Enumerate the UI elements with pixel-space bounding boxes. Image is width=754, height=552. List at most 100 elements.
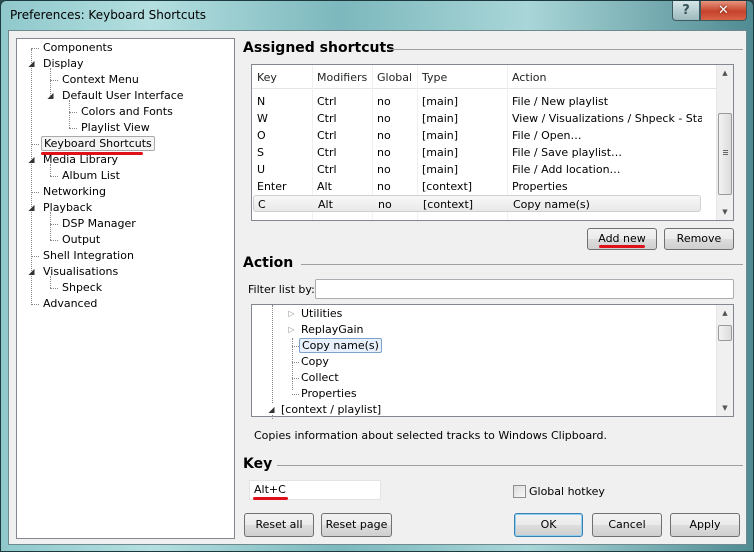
action-tree[interactable]: ▲ ▼ ▷ Utilities ▷ ReplayGain Copy name(s) Cop…: [251, 304, 734, 419]
scroll-down-icon[interactable]: ▼: [717, 204, 733, 220]
expand-triangle-icon[interactable]: ▷: [287, 306, 296, 322]
tree-item-label: Colors and Fonts: [81, 105, 173, 118]
action-item-label: ReplayGain: [301, 323, 364, 336]
preferences-tree[interactable]: Components Display ◢ Context Menu Default Us…: [16, 38, 235, 539]
tree-item-album-list[interactable]: Album List: [60, 168, 122, 184]
collapse-triangle-icon[interactable]: ◢: [267, 402, 276, 418]
cancel-button[interactable]: Cancel: [592, 513, 662, 537]
help-icon: ?: [682, 3, 690, 18]
tree-item-playlist-view[interactable]: Playlist View: [79, 120, 152, 136]
scroll-thumb[interactable]: [718, 325, 732, 341]
action-item-collect[interactable]: Collect: [299, 370, 341, 386]
tree-line: [50, 224, 58, 225]
action-item-replaygain[interactable]: ReplayGain: [299, 322, 366, 338]
tree-item-label: Media Library: [43, 153, 118, 166]
annotation-underline: [599, 245, 645, 248]
section-divider: [277, 465, 743, 466]
table-row[interactable]: O Ctrl no [main] File / Open…: [252, 127, 718, 144]
filter-label: Filter list by:: [248, 283, 315, 296]
tree-item-context-menu[interactable]: Context Menu: [60, 72, 141, 88]
expand-triangle-icon[interactable]: ◢: [27, 200, 36, 216]
column-header-type[interactable]: Type: [422, 71, 447, 84]
expand-triangle-icon[interactable]: ◢: [27, 264, 36, 280]
expand-triangle-icon[interactable]: ▷: [287, 322, 296, 338]
table-row[interactable]: W Ctrl no [main] View / Visualizations / Shp…: [252, 110, 718, 127]
action-item-properties[interactable]: Properties: [299, 386, 359, 402]
cell-key: W: [257, 112, 268, 125]
tree-item-display[interactable]: Display: [41, 56, 86, 72]
shortcuts-list[interactable]: Key Modifiers Global Type Action ▲ ▼ N Ctrl no…: [251, 64, 734, 221]
cell-modifiers: Alt: [318, 198, 333, 211]
cell-key: S: [257, 146, 264, 159]
table-row[interactable]: C Alt no [context] Copy name(s): [253, 195, 701, 212]
cell-type: [context]: [423, 198, 474, 211]
tree-line: [292, 394, 299, 395]
scroll-thumb[interactable]: [718, 113, 732, 195]
apply-button[interactable]: Apply: [670, 513, 740, 537]
tree-item-playback[interactable]: Playback: [41, 200, 94, 216]
ok-button[interactable]: OK: [514, 513, 583, 537]
cell-key: O: [257, 129, 266, 142]
cell-action: File / New playlist: [512, 95, 609, 108]
cell-modifiers: Ctrl: [317, 129, 337, 142]
dialog-client-area: Components Display ◢ Context Menu Default Us…: [8, 30, 747, 545]
tree-item-colors-and-fonts[interactable]: Colors and Fonts: [79, 104, 175, 120]
annotation-underline: [253, 497, 288, 500]
global-hotkey-label: Global hotkey: [529, 485, 605, 498]
action-scrollbar[interactable]: ▲ ▼: [716, 305, 733, 416]
action-item-utilities[interactable]: Utilities: [299, 306, 344, 322]
tree-item-shpeck[interactable]: Shpeck: [60, 280, 104, 296]
action-item-context-playlist[interactable]: [context / playlist]: [279, 402, 383, 418]
title-bar[interactable]: Preferences: Keyboard Shortcuts ? ✕: [1, 1, 753, 31]
cell-type: [main]: [422, 112, 459, 125]
close-button[interactable]: ✕: [700, 1, 747, 21]
scroll-up-icon[interactable]: ▲: [717, 65, 733, 81]
table-row[interactable]: U Ctrl no [main] File / Add location…: [252, 161, 718, 178]
global-hotkey-checkbox[interactable]: [513, 485, 526, 498]
remove-button[interactable]: Remove: [664, 228, 734, 250]
cell-global: no: [377, 129, 391, 142]
expand-triangle-icon[interactable]: ◢: [27, 56, 36, 72]
tree-item-advanced[interactable]: Advanced: [41, 296, 99, 312]
tree-item-dsp-manager[interactable]: DSP Manager: [60, 216, 138, 232]
tree-line: [31, 48, 39, 49]
tree-line: [50, 164, 51, 176]
column-header-action[interactable]: Action: [512, 71, 546, 84]
tree-item-media-library[interactable]: Media Library: [41, 152, 120, 168]
scroll-down-icon[interactable]: ▼: [717, 400, 733, 416]
tree-line: [50, 80, 58, 81]
help-button[interactable]: ?: [672, 1, 700, 21]
tree-item-visualisations[interactable]: Visualisations: [41, 264, 120, 280]
tree-line: [31, 192, 39, 193]
tree-item-label: DSP Manager: [62, 217, 136, 230]
action-item-copy-name-s[interactable]: Copy name(s): [299, 338, 382, 354]
tree-item-label: Networking: [43, 185, 106, 198]
cell-type: [main]: [422, 146, 459, 159]
filter-input[interactable]: [315, 279, 734, 299]
cell-key: Enter: [257, 180, 287, 193]
tree-item-shell-integration[interactable]: Shell Integration: [41, 248, 136, 264]
expand-triangle-icon[interactable]: ◢: [27, 152, 36, 168]
tree-line: [50, 240, 58, 241]
column-header-modifiers[interactable]: Modifiers: [317, 71, 367, 84]
tree-item-output[interactable]: Output: [60, 232, 102, 248]
shortcuts-scrollbar[interactable]: ▲ ▼: [716, 65, 733, 220]
tree-item-networking[interactable]: Networking: [41, 184, 108, 200]
table-row[interactable]: S Ctrl no [main] File / Save playlist…: [252, 144, 718, 161]
column-header-key[interactable]: Key: [257, 71, 277, 84]
tree-item-default-user-interface[interactable]: Default User Interface: [60, 88, 186, 104]
action-item-copy[interactable]: Copy: [299, 354, 331, 370]
scroll-up-icon[interactable]: ▲: [717, 305, 733, 321]
table-row[interactable]: N Ctrl no [main] File / New playlist: [252, 93, 718, 110]
table-row[interactable]: Enter Alt no [context] Properties: [252, 178, 718, 195]
tree-item-components[interactable]: Components: [41, 40, 115, 56]
cell-global: no: [378, 198, 392, 211]
tree-line: [292, 346, 299, 347]
reset-page-button[interactable]: Reset page: [321, 513, 392, 537]
tree-item-label: Output: [62, 233, 101, 246]
close-icon: ✕: [718, 3, 729, 18]
reset-all-button[interactable]: Reset all: [244, 513, 314, 537]
column-header-global[interactable]: Global: [377, 71, 412, 84]
tree-line: [50, 288, 58, 289]
tree-item-keyboard-shortcuts[interactable]: Keyboard Shortcuts: [41, 136, 155, 152]
